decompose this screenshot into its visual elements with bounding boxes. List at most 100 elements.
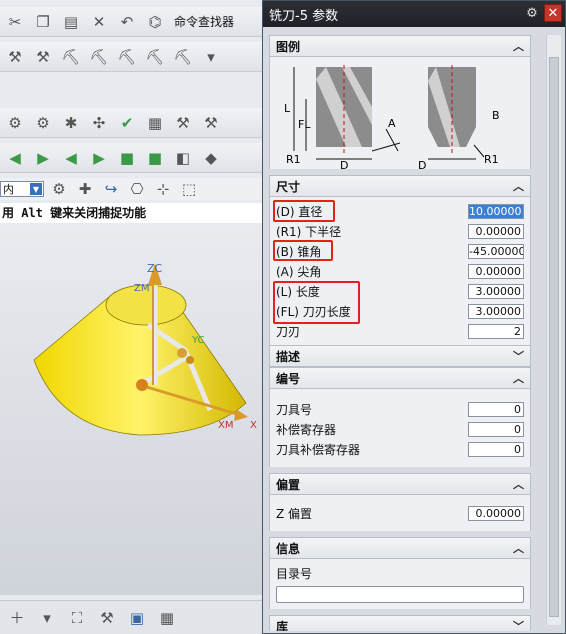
legend-label-fl: FL	[298, 118, 311, 131]
legend-label-r1-left: R1	[286, 153, 301, 166]
filter-icon[interactable]: ⚙	[48, 178, 70, 200]
binoculars-icon[interactable]: ⌬	[144, 11, 166, 33]
section-library-title: 库	[276, 619, 289, 632]
dialog-body: 图例 ︿ L FL R1 D A B D R1 尺寸 ︿ (D) 直径 10.0…	[269, 35, 531, 631]
undo-icon[interactable]: ↶	[116, 11, 138, 33]
legend-label-r1-right: R1	[484, 153, 499, 166]
cube-icon[interactable]: ◧	[172, 147, 194, 169]
section-description-header[interactable]: 描述 ﹀	[269, 345, 531, 367]
section-offset-title: 偏置	[276, 477, 301, 492]
section-numbering-header[interactable]: 编号 ︿	[269, 367, 531, 389]
arrow-left-icon[interactable]: ◀	[60, 147, 82, 169]
length-label: (L) 长度	[276, 284, 320, 299]
section-dimensions-title: 尺寸	[276, 179, 301, 194]
tool-icon[interactable]: ⚒	[32, 46, 54, 68]
cutcom-register-label: 刀具补偿寄存器	[276, 442, 361, 457]
section-offset-header[interactable]: 偏置 ︿	[269, 473, 531, 495]
sketch-icon[interactable]: ⛶	[66, 607, 88, 629]
diameter-label: (D) 直径	[276, 204, 323, 219]
dimension-row-lower-radius: (R1) 下半径 0.00000	[270, 221, 530, 241]
tool-number-field[interactable]: 0	[468, 401, 524, 417]
link-icon[interactable]: ↪	[100, 178, 122, 200]
command-finder-label[interactable]: 命令查找器	[174, 13, 234, 30]
tip-angle-field[interactable]: 0.00000	[468, 263, 524, 279]
chevron-up-icon: ︿	[513, 40, 524, 53]
numbering-panel: 刀具号 0 补偿寄存器 0 刀具补偿寄存器 0	[269, 389, 531, 467]
arrow-right-icon[interactable]: ▶	[88, 147, 110, 169]
gear-icon[interactable]: ⚙	[523, 5, 541, 23]
tool-icon[interactable]: ⛏	[60, 46, 82, 68]
tool-icon[interactable]: ⚒	[200, 112, 222, 134]
section-legend-title: 图例	[276, 39, 301, 54]
dimensions-panel: (D) 直径 10.00000 (R1) 下半径 0.00000 (B) 锥角 …	[269, 197, 531, 345]
dropdown-arrow-icon[interactable]: ▾	[200, 46, 222, 68]
flutes-field[interactable]: 2	[468, 323, 524, 339]
section-library-header[interactable]: 库 ﹀	[269, 615, 531, 631]
nx-main-window: ✂ ❐ ▤ ✕ ↶ ⌬ 命令查找器 ⚒ ⚒ ⛏ ⛏ ⛏ ⛏ ⛏ ▾ ⚙ ⚙ ✱ …	[0, 0, 262, 634]
copy-icon[interactable]: ❐	[32, 11, 54, 33]
cut-icon[interactable]: ✂	[4, 11, 26, 33]
diameter-field[interactable]: 10.00000	[468, 203, 524, 219]
chevron-up-icon: ︿	[513, 478, 524, 491]
tool-number-label: 刀具号	[276, 402, 313, 417]
snap-icon[interactable]: ✚	[74, 178, 96, 200]
selection-scope-dropdown[interactable]: 内 ▼	[0, 181, 44, 197]
flute-length-field[interactable]: 3.00000	[468, 303, 524, 319]
offset-panel: Z 偏置 0.00000	[269, 495, 531, 531]
lower-radius-field[interactable]: 0.00000	[468, 223, 524, 239]
generate-icon[interactable]: ⚙	[4, 112, 26, 134]
snap-point-icon[interactable]: ⊹	[152, 178, 174, 200]
graphics-viewport[interactable]: ZC ZM YC XM X	[0, 225, 262, 595]
info-panel: 目录号	[269, 559, 531, 609]
tool-icon[interactable]: ⛏	[88, 46, 110, 68]
taper-angle-field[interactable]: -45.00000	[468, 243, 524, 259]
tool-icon[interactable]: ⚒	[172, 112, 194, 134]
add-icon[interactable]: ＋	[6, 607, 28, 629]
scrollbar-thumb[interactable]	[549, 57, 559, 617]
tool-icon[interactable]: ⚒	[4, 46, 26, 68]
section-legend-header[interactable]: 图例 ︿	[269, 35, 531, 57]
view-icon[interactable]: ⎔	[126, 178, 148, 200]
tool-icon[interactable]: ⛏	[172, 46, 194, 68]
cutcom-register-field[interactable]: 0	[468, 441, 524, 457]
dimension-row-flute-length: (FL) 刀刃长度 3.00000	[270, 301, 530, 321]
select-box-icon[interactable]: ⬚	[178, 178, 200, 200]
arrow-left-icon[interactable]: ◀	[4, 147, 26, 169]
dialog-scrollbar[interactable]	[546, 35, 561, 625]
section-description-title: 描述	[276, 349, 301, 364]
postprocess-icon[interactable]: ▦	[144, 112, 166, 134]
paste-icon[interactable]: ▤	[60, 11, 82, 33]
lower-radius-label: (R1) 下半径	[276, 224, 342, 239]
verify-icon[interactable]: ✣	[88, 112, 110, 134]
grid-icon[interactable]: ✱	[60, 112, 82, 134]
numbering-row-adjust-register: 补偿寄存器 0	[270, 419, 530, 439]
xm-axis-label: XM	[218, 420, 233, 431]
block-icon[interactable]: ▦	[156, 607, 178, 629]
dropdown-arrow-icon[interactable]: ▾	[36, 607, 58, 629]
section-info-header[interactable]: 信息 ︿	[269, 537, 531, 559]
close-icon[interactable]: ✕	[544, 4, 562, 22]
legend-label-d-left: D	[340, 159, 348, 169]
cube-icon[interactable]: ◆	[200, 147, 222, 169]
adjust-register-field[interactable]: 0	[468, 421, 524, 437]
section-dimensions-header[interactable]: 尺寸 ︿	[269, 175, 531, 197]
tool-icon[interactable]: ⛏	[144, 46, 166, 68]
cube-icon[interactable]: ■	[116, 147, 138, 169]
dialog-title-bar[interactable]: 铣刀-5 参数 ⚙ ✕	[263, 1, 565, 27]
zm-axis-label: ZM	[134, 283, 149, 294]
delete-icon[interactable]: ✕	[88, 11, 110, 33]
z-offset-field[interactable]: 0.00000	[468, 505, 524, 521]
arrow-right-icon[interactable]: ▶	[32, 147, 54, 169]
cube-icon[interactable]: ■	[144, 147, 166, 169]
catalog-number-field[interactable]	[276, 586, 524, 603]
tool-icon[interactable]: ⛏	[116, 46, 138, 68]
length-field[interactable]: 3.00000	[468, 283, 524, 299]
generate-icon[interactable]: ⚙	[32, 112, 54, 134]
part-icon[interactable]: ▣	[126, 607, 148, 629]
numbering-row-cutcom-register: 刀具补偿寄存器 0	[270, 439, 530, 459]
tool-icon[interactable]: ⚒	[96, 607, 118, 629]
check-icon[interactable]: ✔	[116, 112, 138, 134]
dimension-row-length: (L) 长度 3.00000	[270, 281, 530, 301]
legend-label-a: A	[388, 117, 396, 130]
offset-row-z: Z 偏置 0.00000	[270, 503, 530, 523]
